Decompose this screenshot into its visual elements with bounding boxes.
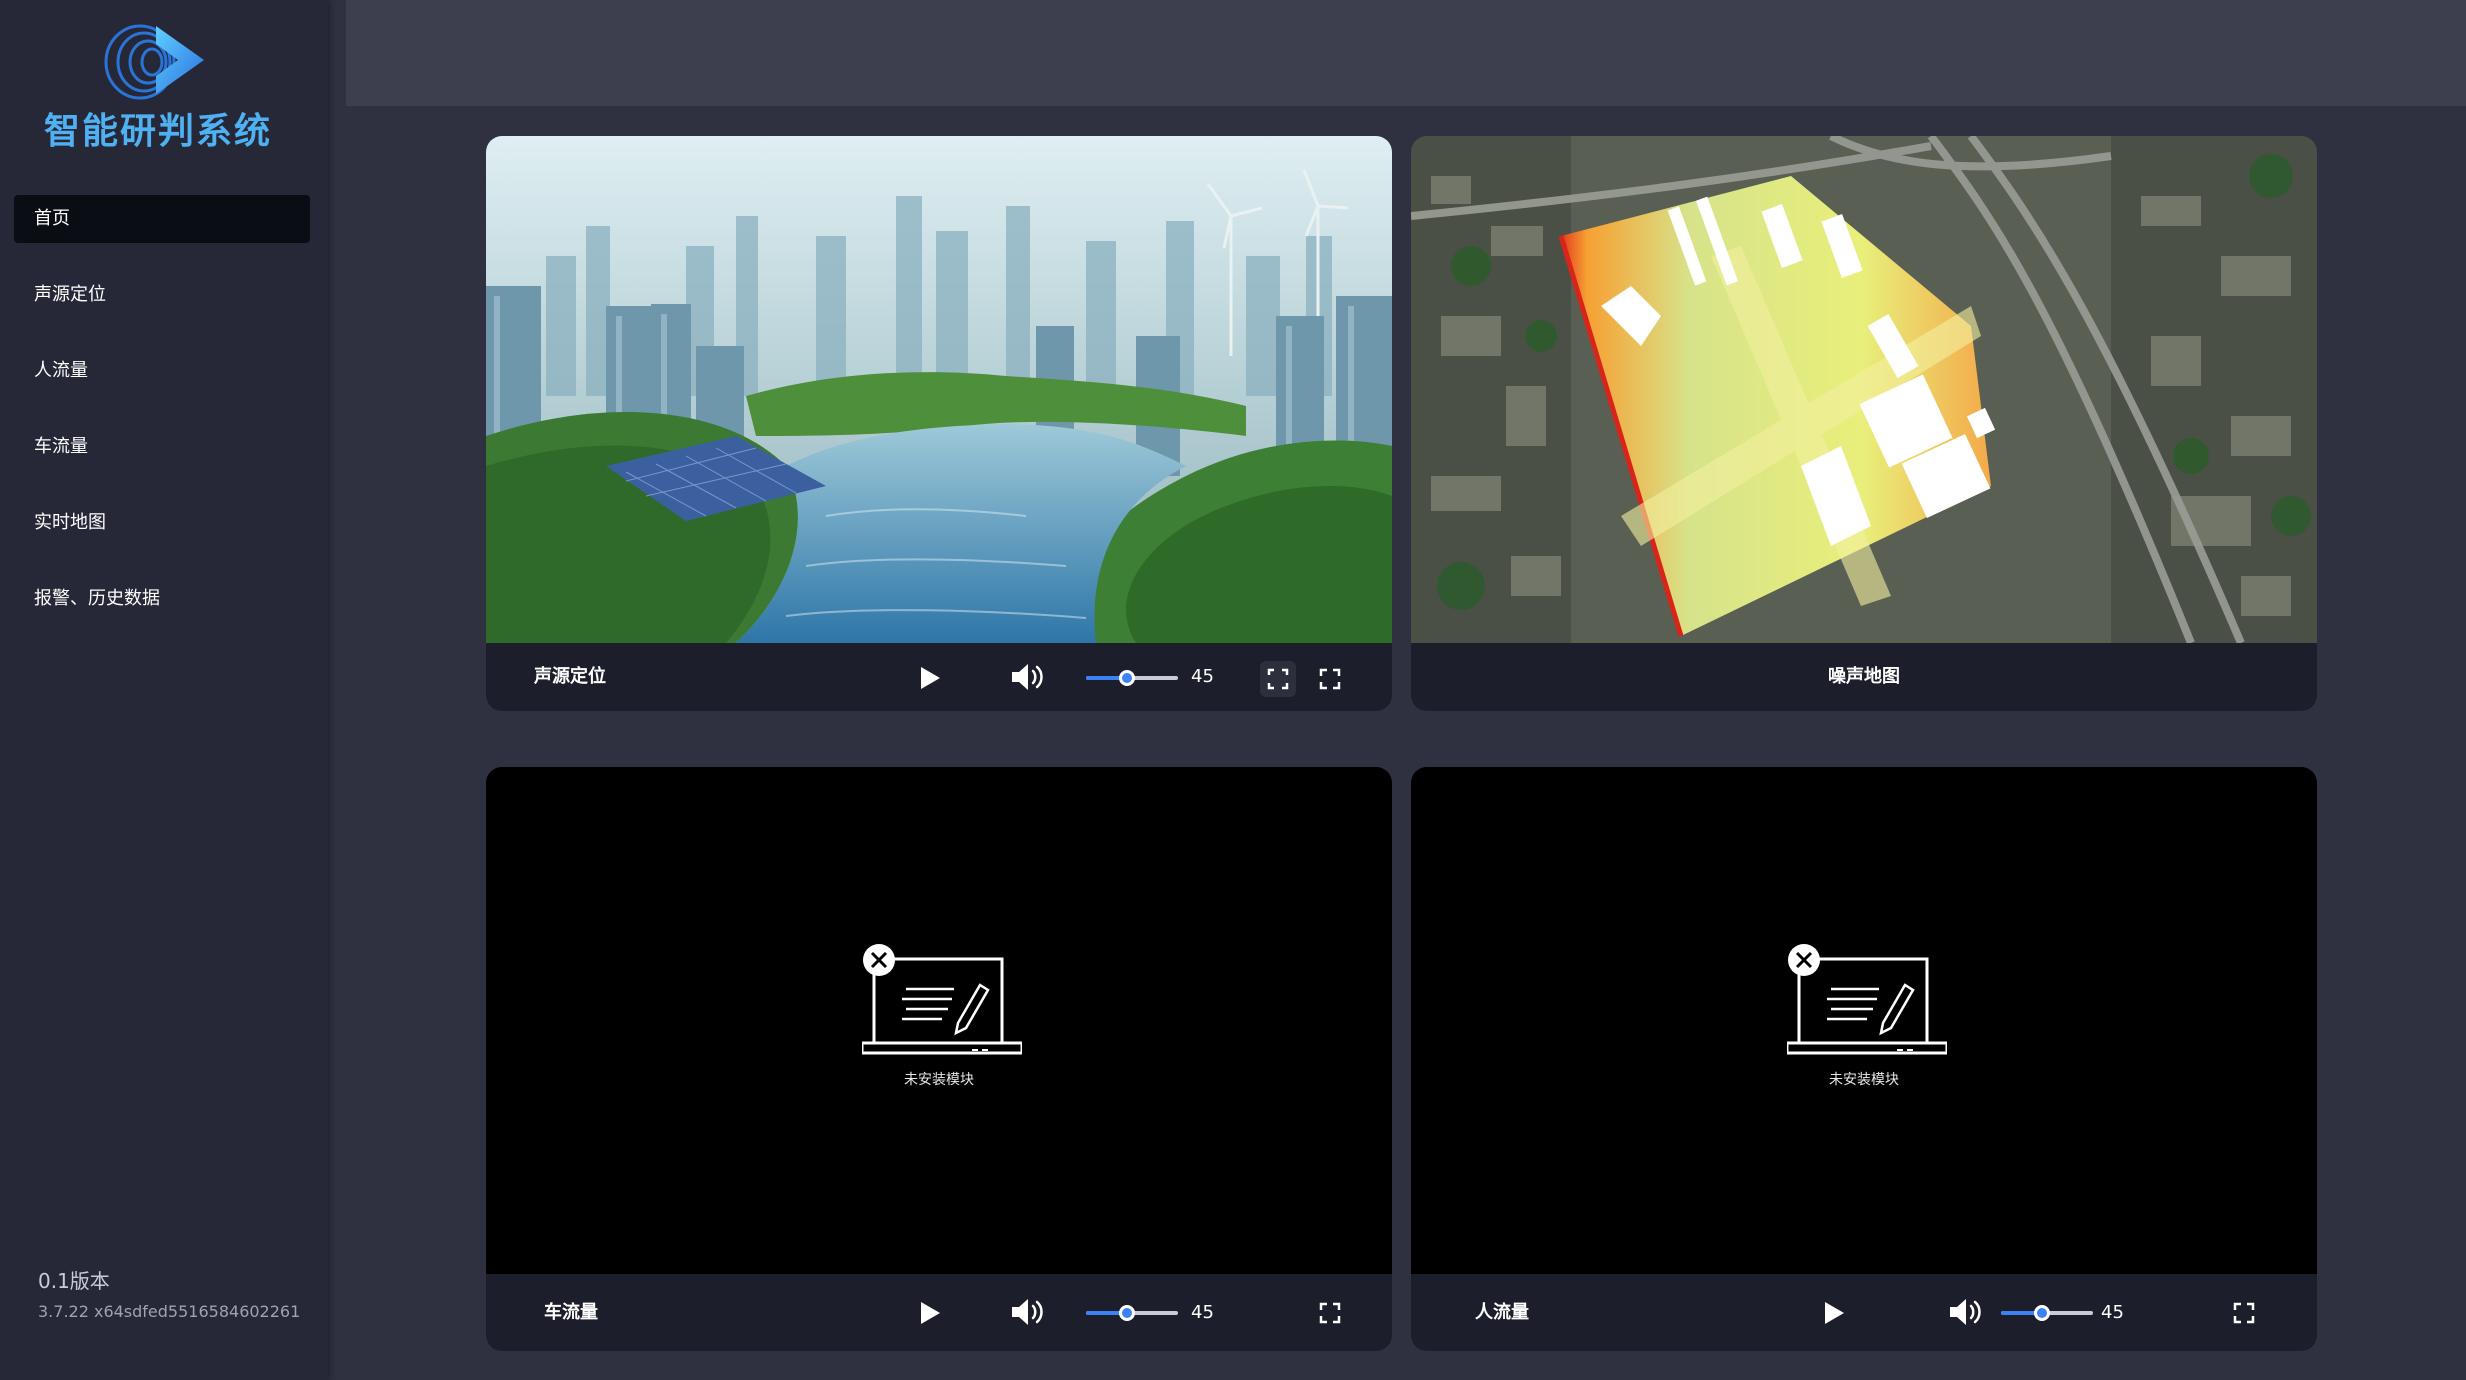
sidebar-item-sound-localization[interactable]: 声源定位 xyxy=(14,271,310,319)
volume-icon[interactable] xyxy=(1009,1295,1049,1329)
play-icon[interactable] xyxy=(914,1298,944,1328)
fullscreen-icon[interactable] xyxy=(1312,1295,1348,1331)
sidebar: 智能研判系统 首页 声源定位 人流量 车流量 实时地图 报警、历史数据 0.1版… xyxy=(0,0,328,1380)
sidebar-item-realtime-map[interactable]: 实时地图 xyxy=(14,499,310,547)
volume-value: 45 xyxy=(2101,1302,2124,1323)
volume-icon[interactable] xyxy=(1009,660,1049,694)
build-label: 3.7.22 x64sdfed5516584602261 xyxy=(38,1302,301,1321)
sidebar-item-home[interactable]: 首页 xyxy=(14,195,310,243)
top-bar xyxy=(346,0,2466,106)
panel-label: 人流量 xyxy=(1475,1302,1529,1323)
not-installed-icon xyxy=(1787,944,1947,1055)
sidebar-item-alarm-history[interactable]: 报警、历史数据 xyxy=(14,575,310,623)
sidebar-item-vehicle-flow[interactable]: 车流量 xyxy=(14,423,310,471)
city-river-image xyxy=(486,136,1392,643)
noise-map-view[interactable] xyxy=(1411,136,2317,643)
video-people-flow[interactable]: 未安装模块 xyxy=(1411,767,2317,1274)
sidebar-nav: 首页 声源定位 人流量 车流量 实时地图 报警、历史数据 xyxy=(14,195,310,651)
volume-icon[interactable] xyxy=(1947,1295,1987,1329)
play-icon[interactable] xyxy=(914,663,944,693)
not-installed-placeholder: 未安装模块 xyxy=(486,767,1392,1274)
controls-people-flow: 人流量 45 xyxy=(1411,1274,2317,1351)
noise-map-image xyxy=(1411,136,2317,643)
app-title: 智能研判系统 xyxy=(43,111,272,152)
volume-value: 45 xyxy=(1191,666,1214,687)
volume-slider-knob[interactable] xyxy=(1119,1305,1136,1321)
video-vehicle-flow[interactable]: 未安装模块 xyxy=(486,767,1392,1274)
panel-people-flow: 未安装模块 人流量 45 xyxy=(1411,767,2317,1351)
logo-icon xyxy=(104,24,204,100)
panel-vehicle-flow: 未安装模块 车流量 45 xyxy=(486,767,1392,1351)
panel-label: 车流量 xyxy=(544,1302,598,1323)
not-installed-icon xyxy=(862,944,1022,1055)
fullscreen-icon[interactable] xyxy=(2226,1295,2262,1331)
volume-value: 45 xyxy=(1191,1302,1214,1323)
panel-label: 声源定位 xyxy=(534,666,606,687)
volume-slider-knob[interactable] xyxy=(1119,670,1136,686)
app-root: 智能研判系统 首页 声源定位 人流量 车流量 实时地图 报警、历史数据 0.1版… xyxy=(0,0,2466,1380)
volume-slider[interactable] xyxy=(2001,1305,2093,1321)
play-icon[interactable] xyxy=(1818,1298,1848,1328)
video-sound-localization[interactable] xyxy=(486,136,1392,643)
not-installed-placeholder: 未安装模块 xyxy=(1411,767,2317,1274)
not-installed-text: 未安装模块 xyxy=(904,1072,974,1088)
volume-slider[interactable] xyxy=(1086,670,1178,686)
version-label: 0.1版本 xyxy=(38,1269,110,1293)
controls-sound-localization: 声源定位 45 xyxy=(486,643,1392,711)
volume-slider[interactable] xyxy=(1086,1305,1178,1321)
volume-slider-knob[interactable] xyxy=(2034,1305,2051,1321)
fullscreen-icon[interactable] xyxy=(1312,661,1348,697)
panel-noise-map: 噪声地图 xyxy=(1411,136,2317,711)
panel-label: 噪声地图 xyxy=(1828,666,1900,687)
not-installed-text: 未安装模块 xyxy=(1829,1072,1899,1088)
controls-vehicle-flow: 车流量 45 xyxy=(486,1274,1392,1351)
panel-sound-localization: 声源定位 45 xyxy=(486,136,1392,711)
fullscreen-alt-icon[interactable] xyxy=(1260,661,1296,697)
sidebar-item-people-flow[interactable]: 人流量 xyxy=(14,347,310,395)
controls-noise-map: 噪声地图 xyxy=(1411,643,2317,711)
